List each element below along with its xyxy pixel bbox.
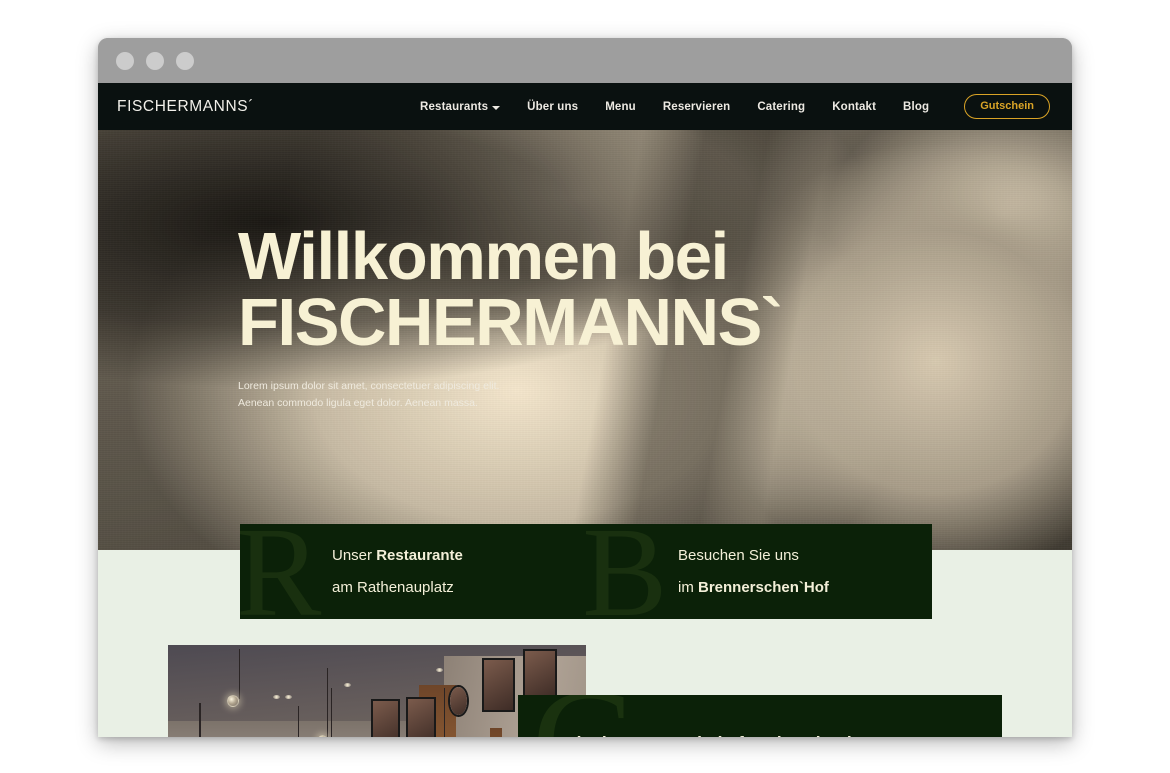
browser-titlebar — [98, 38, 1072, 83]
site-logo[interactable]: FISCHERMANNS´ — [117, 98, 254, 116]
pendant-cord-6 — [443, 688, 446, 737]
banner-right-line-2: im Brennerschen`Hof — [678, 572, 932, 604]
banner-left-line-2: am Rathenauplatz — [332, 578, 454, 596]
locations-banner: R Unser Restaurante am Rathenauplatz B B… — [240, 524, 932, 619]
hero-subtitle-line-1: Lorem ipsum dolor sit amet, consectetuer… — [238, 379, 500, 392]
pendant-cord-4 — [297, 706, 299, 737]
interior-picture-frame-4 — [523, 648, 557, 699]
nav-item-reservieren[interactable]: Reservieren — [663, 101, 731, 113]
interior-picture-frame-3 — [481, 657, 515, 712]
window-close-button[interactable] — [116, 51, 134, 70]
pendant-cord-3 — [326, 668, 329, 737]
interior-round-mirror — [448, 684, 469, 717]
banner-column-restaurante[interactable]: R Unser Restaurante am Rathenauplatz — [240, 524, 586, 619]
nav-item-catering[interactable]: Catering — [757, 101, 805, 113]
banner-right-line-2-prefix: im — [678, 578, 698, 596]
gutschein-promo-text: Mit einem Gutschein freude schenken lore… — [518, 695, 1002, 737]
banner-left-line-1-bold: Restaurante — [376, 546, 463, 564]
ceiling-spot-3 — [343, 682, 351, 687]
watermark-letter-r: R — [240, 524, 322, 619]
hero-subtitle-line-2: Aenean commodo ligula eget dolor. Aenean… — [238, 396, 478, 409]
hero-copy: Willkommen bei FISCHERMANNS` Lorem ipsum… — [238, 219, 878, 412]
chevron-down-icon — [492, 105, 501, 110]
nav-item-kontakt[interactable]: Kontakt — [832, 101, 876, 113]
page-viewport: FISCHERMANNS´ Restaurants Über uns Menu … — [98, 83, 1072, 737]
gutschein-promo-line-1: Mit einem Gutschein freude schenken — [562, 725, 1002, 737]
banner-left-line-1: Unser Restaurante — [332, 540, 586, 572]
pendant-cord-5 — [331, 688, 333, 737]
watermark-letter-b: B — [586, 524, 668, 619]
nav-item-restaurants[interactable]: Restaurants — [420, 100, 501, 113]
interior-picture-frame-2 — [406, 697, 436, 737]
window-minimize-button[interactable] — [146, 51, 164, 70]
nav-item-restaurants-label: Restaurants — [420, 100, 489, 113]
banner-right-line-2-bold: Brennerschen`Hof — [698, 578, 829, 596]
pendant-bulb-3 — [317, 735, 327, 737]
pendant-cord-1 — [239, 648, 241, 699]
interior-picture-frame-1 — [370, 699, 400, 737]
banner-left-line-1-prefix: Unser — [332, 546, 377, 564]
interior-door-3 — [489, 727, 503, 737]
nav-item-ueber-uns[interactable]: Über uns — [527, 101, 578, 113]
browser-window: FISCHERMANNS´ Restaurants Über uns Menu … — [98, 38, 1072, 737]
hero-section: Willkommen bei FISCHERMANNS` Lorem ipsum… — [98, 130, 1072, 550]
banner-column-brennerscher-hof[interactable]: B Besuchen Sie uns im Brennerschen`Hof — [586, 524, 932, 619]
hero-title-line-1: Willkommen bei — [238, 219, 729, 294]
pendant-cord-2 — [199, 702, 201, 737]
nav-item-menu[interactable]: Menu — [605, 101, 636, 113]
hero-subtitle: Lorem ipsum dolor sit amet, consectetuer… — [238, 378, 878, 412]
nav-item-blog[interactable]: Blog — [903, 101, 929, 113]
hero-title-line-2: FISCHERMANNS` — [238, 285, 783, 361]
gutschein-cta-button[interactable]: Gutschein — [964, 94, 1050, 119]
site-header: FISCHERMANNS´ Restaurants Über uns Menu … — [98, 83, 1072, 130]
main-navigation: Restaurants Über uns Menu Reservieren Ca… — [420, 94, 1050, 119]
gutschein-promo-panel[interactable]: G Mit einem Gutschein freude schenken lo… — [518, 695, 1002, 737]
banner-right-line-1: Besuchen Sie uns — [678, 546, 799, 564]
window-maximize-button[interactable] — [176, 51, 194, 70]
